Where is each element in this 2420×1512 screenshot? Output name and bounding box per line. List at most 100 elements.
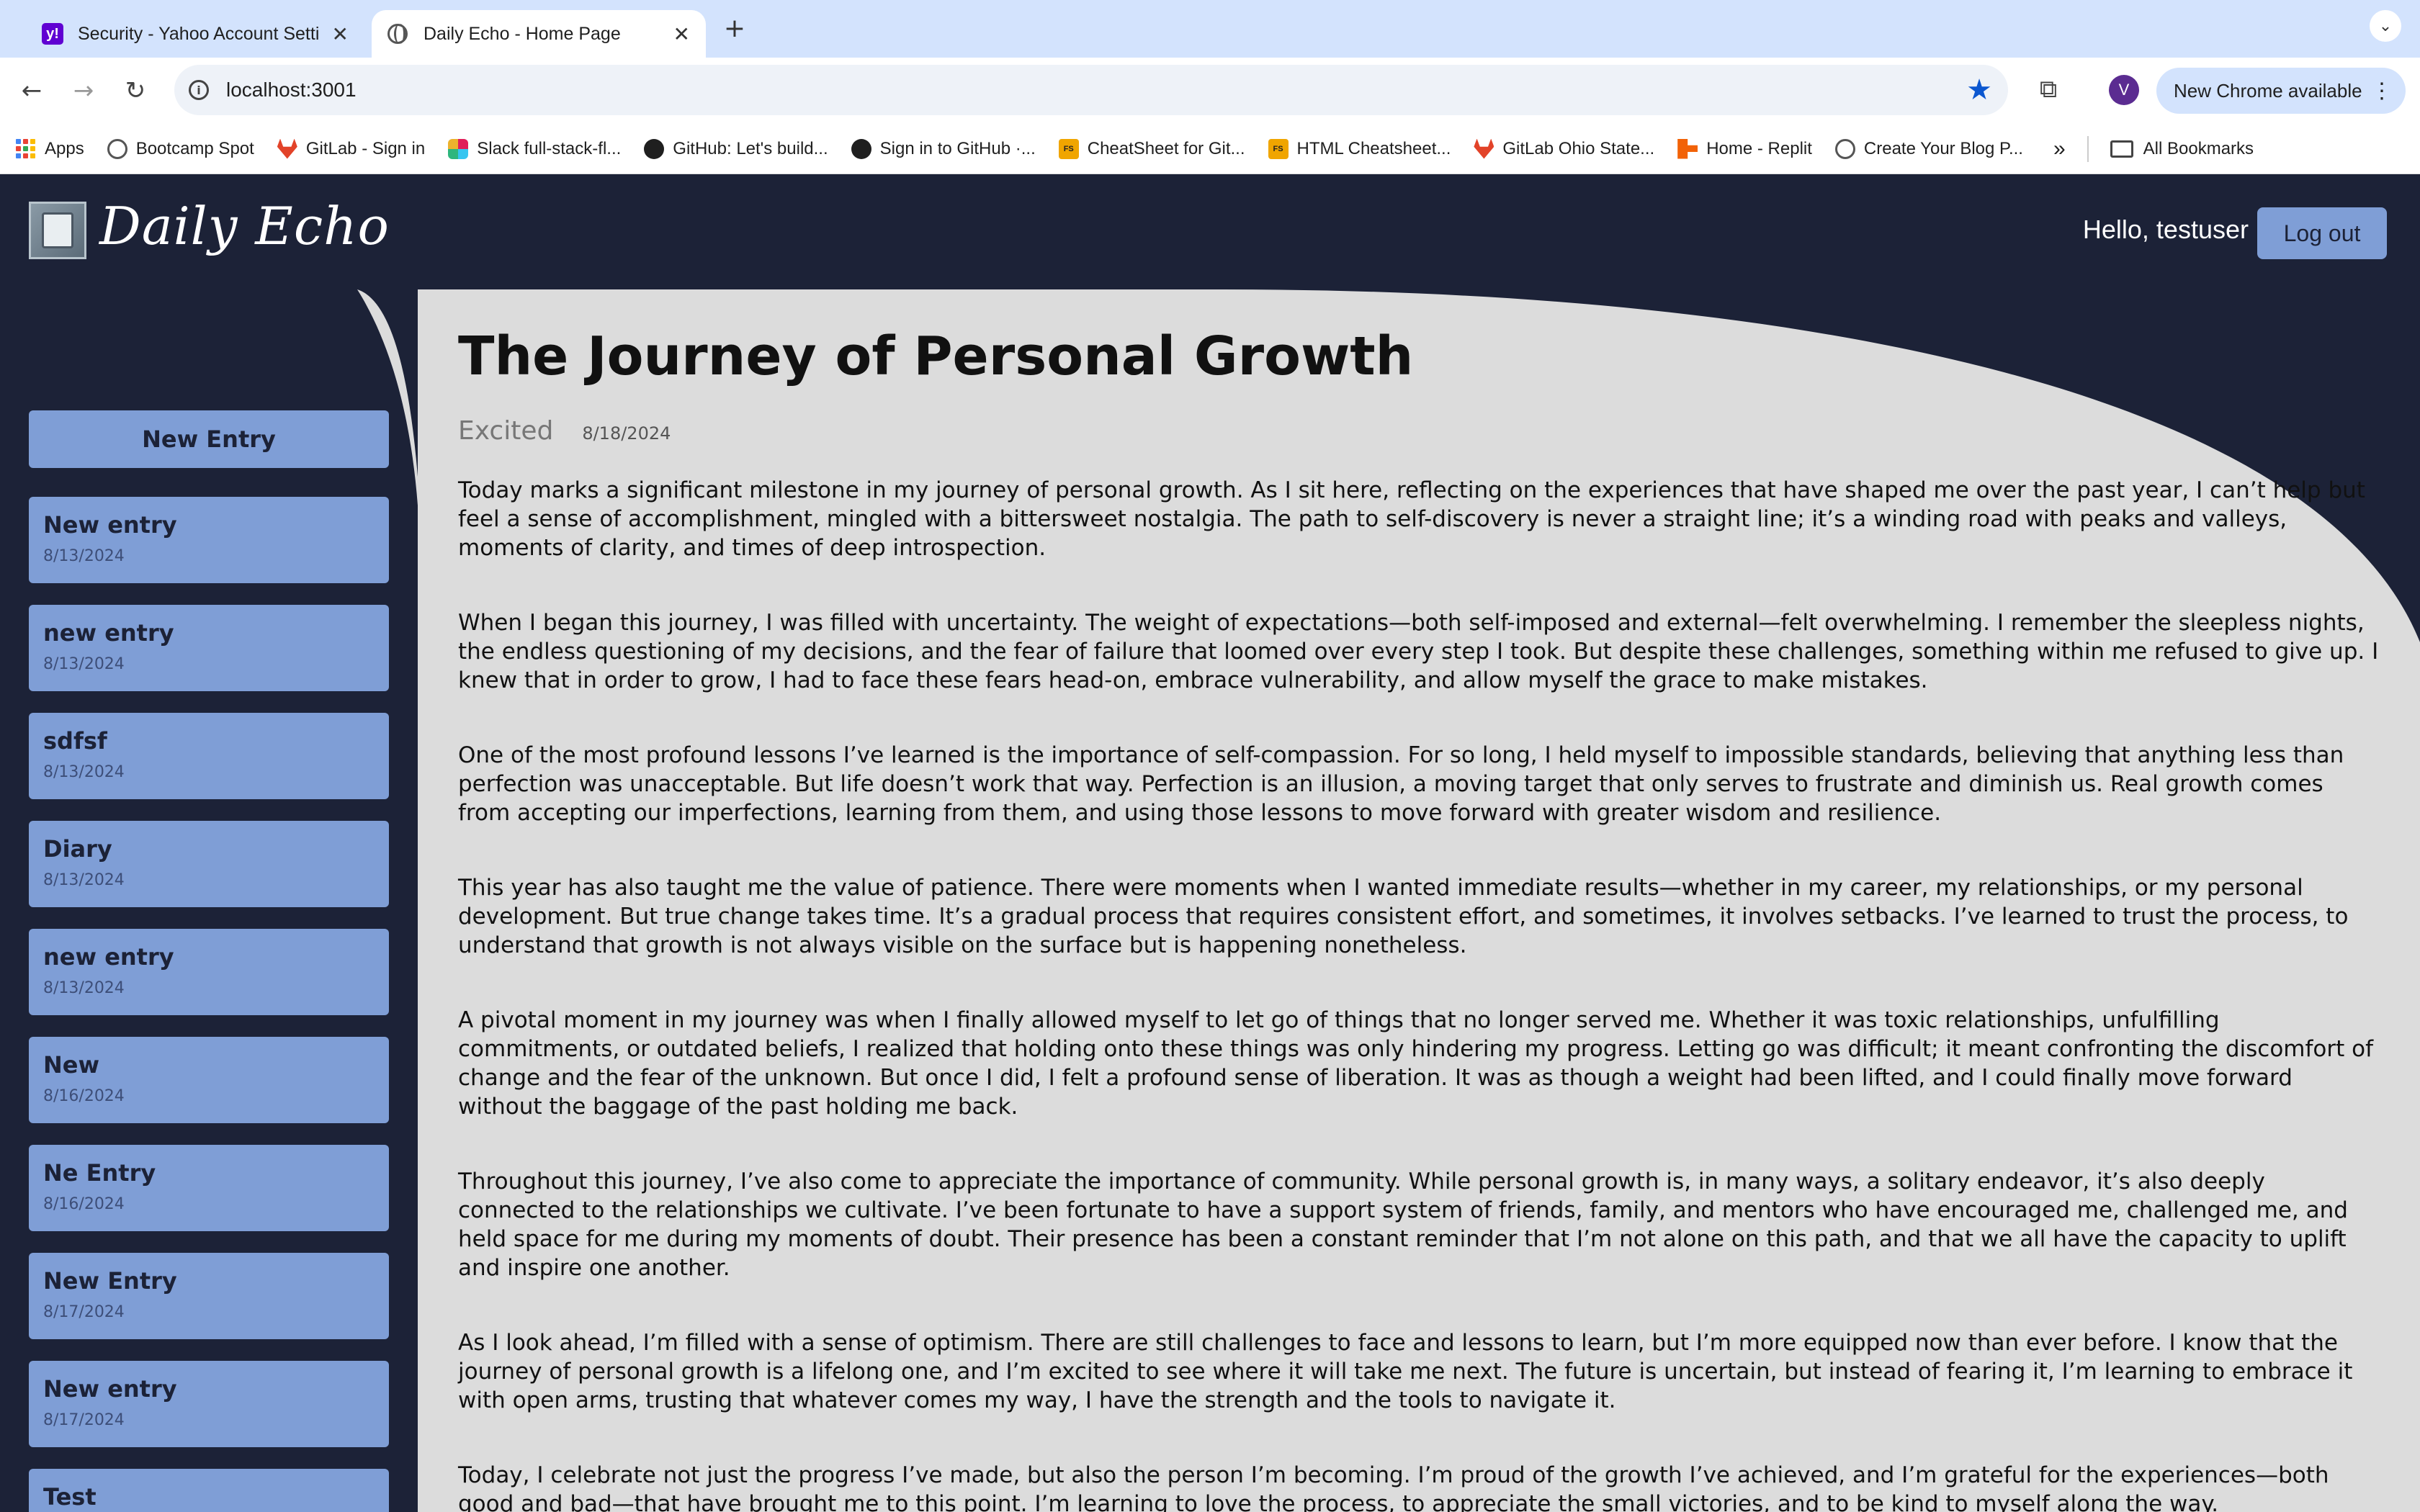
bookmark-label: CheatSheet for Git...: [1087, 138, 1245, 158]
bookmark-gitlab-sign-in[interactable]: GitLab - Sign in: [277, 138, 426, 159]
entry-list-item[interactable]: New 8/16/2024: [29, 1037, 389, 1123]
tab-title: Daily Echo - Home Page: [424, 23, 621, 44]
bookmark-label: Bootcamp Spot: [135, 138, 254, 158]
entry-list-item[interactable]: new entry 8/13/2024: [29, 929, 389, 1015]
entry-list-item[interactable]: new entry 8/13/2024: [29, 605, 389, 691]
bookmark-cheatsheet-git[interactable]: FS CheatSheet for Git...: [1058, 138, 1245, 159]
reload-icon[interactable]: ↻: [117, 72, 154, 109]
apps-grid-icon: [16, 138, 36, 159]
fs-icon: FS: [1058, 138, 1079, 159]
bookmark-apps[interactable]: Apps: [16, 138, 84, 159]
browser-toolbar: ← → ↻ i localhost:3001 ★ ⧉ V New Chrome …: [0, 58, 2420, 124]
address-bar[interactable]: i localhost:3001 ★: [174, 65, 2008, 115]
back-icon[interactable]: ←: [13, 72, 50, 109]
bookmark-label: Apps: [45, 138, 84, 158]
bookmark-label: Sign in to GitHub ·...: [879, 138, 1036, 158]
user-greeting: Hello, testuser: [2082, 215, 2249, 244]
entry-date: 8/17/2024: [43, 1303, 125, 1321]
entry-list-item[interactable]: Ne Entry 8/16/2024: [29, 1145, 389, 1231]
logout-button[interactable]: Log out: [2257, 207, 2387, 259]
entry-date: 8/17/2024: [43, 1411, 125, 1429]
mood-label: Excited: [458, 416, 554, 446]
paragraph: Throughout this journey, I’ve also come …: [458, 1169, 2348, 1281]
daily-echo-app: Daily Echo Hello, testuser Log out New E…: [0, 174, 2420, 1512]
paragraph: One of the most profound lessons I’ve le…: [458, 742, 2344, 826]
bookmark-label: GitLab - Sign in: [305, 138, 426, 158]
slack-icon: [448, 138, 469, 159]
entry-list-item[interactable]: Test: [29, 1469, 389, 1512]
entry-title: New entry: [43, 1375, 177, 1403]
update-label: New Chrome available: [2174, 79, 2362, 102]
bookmark-bootcamp-spot[interactable]: Bootcamp Spot: [107, 138, 254, 159]
paragraph: When I began this journey, I was filled …: [458, 610, 2379, 693]
new-entry-button[interactable]: New Entry: [29, 410, 389, 468]
close-icon[interactable]: ✕: [332, 22, 349, 46]
more-bookmarks-icon[interactable]: »: [2053, 137, 2066, 161]
profile-avatar[interactable]: V: [2109, 75, 2139, 105]
entry-title: Test: [43, 1483, 97, 1511]
brand-title[interactable]: Daily Echo: [99, 196, 390, 256]
entry-date: 8/16/2024: [43, 1195, 125, 1213]
entry-list-item[interactable]: Diary 8/13/2024: [29, 821, 389, 907]
browser-tab-strip: y! Security - Yahoo Account Settings ✕ D…: [0, 0, 2420, 58]
new-tab-button[interactable]: +: [720, 10, 749, 46]
entry-date: 8/13/2024: [43, 979, 125, 997]
entry-date: 8/13/2024: [43, 547, 125, 565]
app-header: Daily Echo Hello, testuser Log out: [0, 174, 2420, 289]
bookmark-label: All Bookmarks: [2143, 138, 2254, 158]
journal-logo-icon[interactable]: [29, 202, 86, 259]
paragraph: Today marks a significant milestone in m…: [458, 477, 2365, 561]
entry-list-item[interactable]: New entry 8/17/2024: [29, 1361, 389, 1447]
gitlab-icon: [1474, 138, 1494, 159]
entry-date: 8/16/2024: [43, 1087, 125, 1105]
folder-icon: [2110, 140, 2133, 158]
bookmark-replit[interactable]: Home - Replit: [1677, 138, 1812, 159]
paragraph: A pivotal moment in my journey was when …: [458, 1007, 2374, 1120]
bookmark-label: Home - Replit: [1706, 138, 1812, 158]
bookmark-github-build[interactable]: GitHub: Let's build...: [644, 138, 828, 159]
tab-yahoo-security[interactable]: y! Security - Yahoo Account Settings ✕: [26, 10, 364, 58]
globe-icon: [1834, 138, 1855, 159]
entry-title: new entry: [43, 619, 174, 647]
entry-list-item[interactable]: sdfsf 8/13/2024: [29, 713, 389, 799]
github-icon: [851, 138, 871, 159]
divider: [2087, 135, 2089, 162]
bookmark-star-icon[interactable]: ★: [1966, 73, 1992, 107]
menu-kebab-icon[interactable]: ⋮: [2371, 78, 2393, 104]
bookmark-html-cheatsheet[interactable]: FS HTML Cheatsheet...: [1268, 138, 1451, 159]
entry-meta: Excited 8/18/2024: [458, 416, 2388, 446]
tab-daily-echo[interactable]: Daily Echo - Home Page ✕: [372, 10, 706, 58]
bookmark-gitlab-ohio[interactable]: GitLab Ohio State...: [1474, 138, 1654, 159]
entry-title: New entry: [43, 511, 177, 539]
paragraph: Today, I celebrate not just the progress…: [458, 1462, 2329, 1512]
entry-title: sdfsf: [43, 727, 107, 755]
entry-list-item[interactable]: New entry 8/13/2024: [29, 497, 389, 583]
bookmark-create-blog[interactable]: Create Your Blog P...: [1834, 138, 2023, 159]
bookmark-label: Create Your Blog P...: [1863, 138, 2023, 158]
url-text: localhost:3001: [226, 78, 357, 101]
entry-title: new entry: [43, 943, 174, 971]
bookmark-github-sign-in[interactable]: Sign in to GitHub ·...: [851, 138, 1036, 159]
all-bookmarks[interactable]: All Bookmarks: [2110, 139, 2254, 159]
entry-date: 8/18/2024: [582, 423, 671, 444]
extensions-icon[interactable]: ⧉: [2033, 73, 2064, 105]
bookmark-label: HTML Cheatsheet...: [1296, 138, 1451, 158]
globe-icon: [387, 24, 408, 44]
chrome-update-button[interactable]: New Chrome available ⋮: [2156, 68, 2406, 114]
entries-sidebar: New Entry New entry 8/13/2024 new entry …: [29, 410, 389, 1512]
gitlab-icon: [277, 138, 297, 159]
forward-icon[interactable]: →: [65, 72, 102, 109]
entry-list-item[interactable]: New Entry 8/17/2024: [29, 1253, 389, 1339]
fs-icon: FS: [1268, 138, 1289, 159]
github-icon: [644, 138, 665, 159]
paragraph: This year has also taught me the value o…: [458, 875, 2349, 958]
entry-title: New: [43, 1051, 100, 1079]
chevron-down-icon[interactable]: ⌄: [2370, 10, 2401, 42]
bookmark-slack[interactable]: Slack full-stack-fl...: [448, 138, 622, 159]
bookmarks-bar: Apps Bootcamp Spot GitLab - Sign in Slac…: [0, 124, 2420, 174]
close-icon[interactable]: ✕: [673, 22, 690, 46]
bookmark-label: Slack full-stack-fl...: [477, 138, 622, 158]
entry-date: 8/13/2024: [43, 763, 125, 781]
site-info-icon[interactable]: i: [189, 80, 209, 100]
entry-heading: The Journey of Personal Growth: [458, 325, 1414, 387]
